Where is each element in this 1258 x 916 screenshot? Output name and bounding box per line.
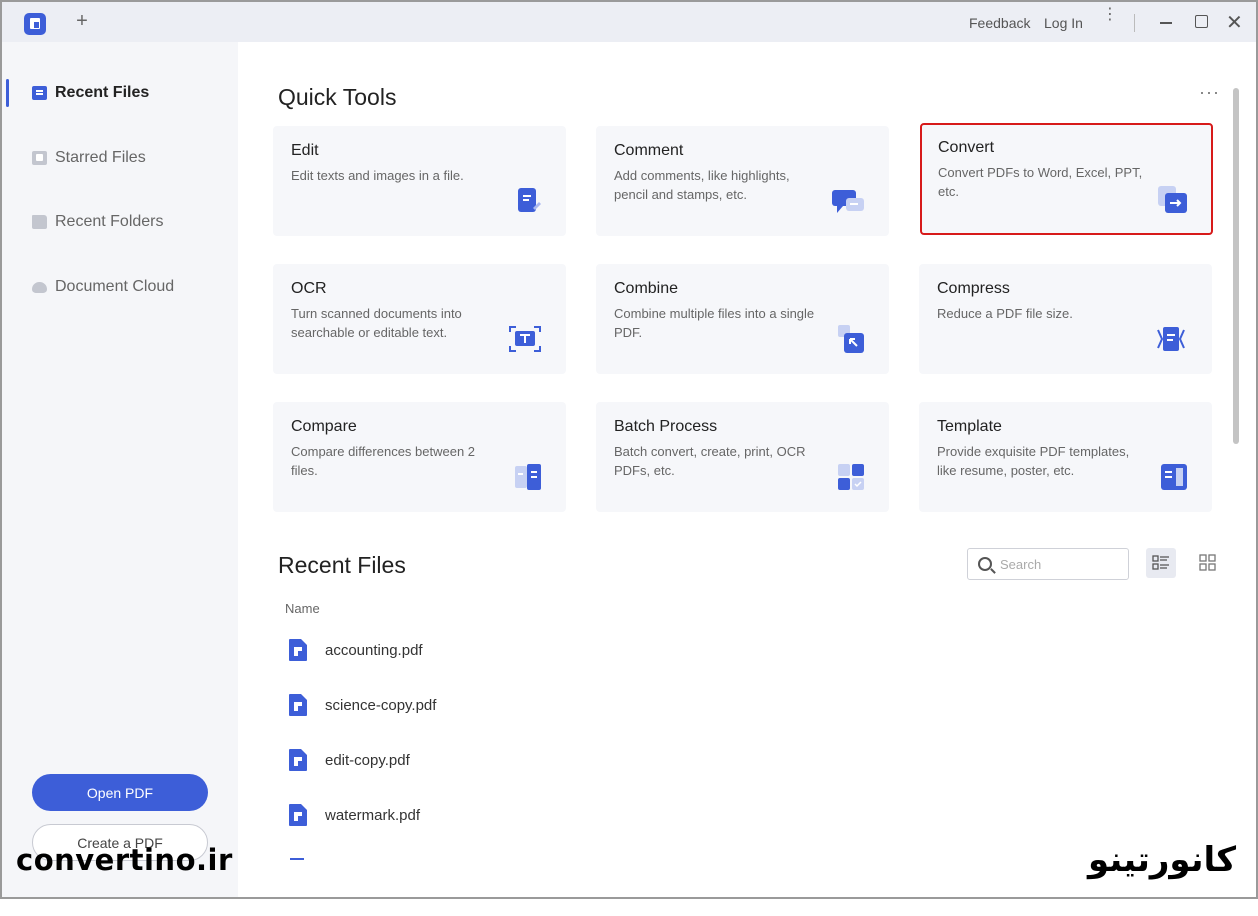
tool-card-desc: Provide exquisite PDF templates, like re… [937, 444, 1130, 478]
folder-icon [32, 215, 47, 229]
main-content: Quick Tools ··· Edit Edit texts and imag… [238, 42, 1242, 897]
column-header-name[interactable]: Name [285, 601, 320, 616]
titlebar-divider [1134, 14, 1135, 32]
tool-card-title: OCR [291, 280, 327, 297]
compress-icon [1157, 327, 1185, 351]
comment-icon [832, 190, 864, 213]
pdf-file-icon [289, 639, 307, 661]
app-window: + Feedback Log In ⋮ ✕ Recent Files Starr… [0, 0, 1258, 899]
search-box[interactable] [967, 548, 1129, 580]
tool-card-title: Compress [937, 280, 1010, 297]
app-logo-icon [24, 13, 46, 35]
sidebar-item-label: Recent Folders [55, 213, 164, 230]
file-row[interactable]: watermark.pdf [288, 797, 420, 833]
tool-card-comment[interactable]: Comment Add comments, like highlights, p… [596, 126, 889, 236]
grid-view-icon[interactable] [1193, 548, 1223, 578]
file-name: edit-copy.pdf [325, 751, 410, 769]
tool-card-title: Edit [291, 142, 319, 159]
watermark-right: کانورتینو [1088, 840, 1237, 880]
tool-card-title: Compare [291, 418, 357, 435]
recent-files-title: Recent Files [278, 552, 406, 578]
tool-card-desc: Compare differences between 2 files. [291, 444, 476, 478]
convert-icon [1158, 186, 1187, 213]
cloud-icon [32, 281, 47, 293]
list-view-icon[interactable] [1146, 548, 1176, 578]
sidebar-item-starred-files[interactable]: Starred Files [2, 136, 238, 180]
recent-files-icon [32, 86, 47, 100]
pdf-file-icon [289, 804, 307, 826]
sidebar-item-recent-files[interactable]: Recent Files [2, 71, 238, 115]
compare-icon [515, 464, 541, 490]
new-tab-button[interactable]: + [72, 10, 92, 33]
sidebar: Recent Files Starred Files Recent Folder… [2, 42, 238, 897]
file-name: watermark.pdf [325, 806, 421, 824]
sidebar-item-recent-folders[interactable]: Recent Folders [2, 200, 238, 244]
tool-card-title: Convert [938, 139, 995, 156]
tool-card-title: Comment [614, 142, 684, 159]
title-bar: + Feedback Log In ⋮ ✕ [2, 2, 1256, 42]
pdf-file-icon [290, 858, 304, 860]
tool-card-compare[interactable]: Compare Compare differences between 2 fi… [273, 402, 566, 512]
tool-card-edit[interactable]: Edit Edit texts and images in a file. [273, 126, 566, 236]
tool-card-title: Batch Process [614, 418, 718, 435]
tool-card-ocr[interactable]: OCR Turn scanned documents into searchab… [273, 264, 566, 374]
maximize-button[interactable] [1195, 15, 1208, 28]
tool-card-desc: Add comments, like highlights, pencil an… [614, 168, 790, 202]
tool-card-title: Template [937, 418, 1002, 435]
sidebar-item-label: Starred Files [55, 149, 146, 166]
file-row[interactable]: edit-copy.pdf [288, 742, 410, 778]
combine-icon [838, 325, 864, 353]
login-link[interactable]: Log In [1044, 15, 1083, 31]
ocr-icon [509, 326, 541, 352]
pdf-file-icon [289, 694, 307, 716]
search-icon [978, 557, 992, 571]
tool-card-compress[interactable]: Compress Reduce a PDF file size. [919, 264, 1212, 374]
pdf-file-icon [289, 749, 307, 771]
open-pdf-button[interactable]: Open PDF [32, 774, 208, 811]
close-button[interactable]: ✕ [1226, 10, 1243, 35]
tool-card-desc: Reduce a PDF file size. [937, 306, 1073, 321]
tool-card-desc: Batch convert, create, print, OCR PDFs, … [614, 444, 806, 478]
more-options-icon[interactable]: ⋮ [1102, 7, 1118, 23]
edit-icon [518, 188, 541, 212]
tool-card-desc: Combine multiple files into a single PDF… [614, 306, 815, 340]
minimize-button[interactable] [1160, 22, 1172, 24]
template-icon [1161, 464, 1187, 490]
quick-tools-title: Quick Tools [278, 84, 397, 110]
file-name: accounting.pdf [325, 641, 423, 659]
tool-card-title: Combine [614, 280, 679, 297]
vertical-scrollbar[interactable] [1233, 88, 1239, 444]
tool-card-batch-process[interactable]: Batch Process Batch convert, create, pri… [596, 402, 889, 512]
sidebar-item-label: Recent Files [55, 84, 150, 101]
tool-card-desc: Convert PDFs to Word, Excel, PPT, etc. [938, 165, 1143, 199]
file-row[interactable]: science-copy.pdf [288, 687, 436, 723]
batch-icon [838, 464, 864, 490]
star-icon [32, 151, 47, 165]
sidebar-item-document-cloud[interactable]: Document Cloud [2, 265, 238, 309]
watermark-left: convertino.ir [16, 843, 233, 877]
sidebar-item-label: Document Cloud [55, 278, 175, 295]
tool-card-desc: Edit texts and images in a file. [291, 168, 464, 183]
search-input[interactable] [1000, 556, 1120, 572]
tool-card-template[interactable]: Template Provide exquisite PDF templates… [919, 402, 1212, 512]
file-row[interactable]: accounting.pdf [288, 632, 423, 668]
feedback-link[interactable]: Feedback [969, 15, 1030, 31]
tool-card-desc: Turn scanned documents into searchable o… [291, 306, 462, 340]
file-name: science-copy.pdf [325, 696, 437, 714]
quick-tools-more-icon[interactable]: ··· [1199, 82, 1220, 103]
tool-card-combine[interactable]: Combine Combine multiple files into a si… [596, 264, 889, 374]
tool-card-convert[interactable]: Convert Convert PDFs to Word, Excel, PPT… [920, 123, 1213, 235]
